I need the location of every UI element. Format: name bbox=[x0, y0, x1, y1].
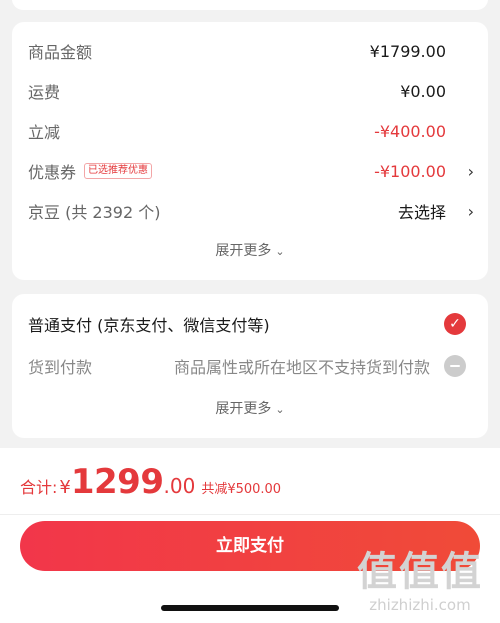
chevron-right-icon[interactable]: › bbox=[468, 162, 474, 181]
payment-option-cod-note: 商品属性或所在地区不支持货到付款 bbox=[173, 358, 430, 377]
instant-discount-label: 立减 bbox=[28, 123, 61, 142]
instant-discount-row: 立减 -¥400.00 bbox=[28, 119, 474, 143]
shipping-row: 运费 ¥0.00 bbox=[28, 79, 474, 103]
summary-expand-more[interactable]: 展开更多 ⌄ bbox=[12, 240, 488, 260]
total-amount: 合计: ¥ 1299 .00 共减¥500.00 bbox=[20, 462, 281, 506]
coupon-value: -¥100.00 bbox=[374, 161, 446, 181]
previous-card bbox=[12, 0, 488, 10]
instant-discount-value: -¥400.00 bbox=[374, 121, 446, 141]
watermark-url: zhizhizhi.com bbox=[369, 596, 471, 614]
checkmark-icon[interactable]: ✓ bbox=[444, 313, 466, 335]
total-integer: 1299 bbox=[70, 462, 164, 502]
coupon-recommended-tag: 已选推荐优惠 bbox=[84, 163, 153, 179]
home-indicator[interactable] bbox=[161, 605, 339, 611]
total-currency: ¥ bbox=[59, 477, 71, 498]
jd-beans-label: 京豆 (共 2392 个) bbox=[28, 203, 161, 222]
goods-amount-label: 商品金额 bbox=[28, 43, 93, 62]
total-decimal: .00 bbox=[163, 474, 196, 498]
payment-method-card: 普通支付 (京东支付、微信支付等) ✓ 货到付款 商品属性或所在地区不支持货到付… bbox=[12, 294, 488, 438]
total-label: 合计: bbox=[20, 478, 58, 497]
payment-option-normal-label: 普通支付 (京东支付、微信支付等) bbox=[28, 316, 270, 335]
total-discount: 共减¥500.00 bbox=[201, 482, 282, 497]
chevron-down-icon: ⌄ bbox=[275, 403, 285, 416]
goods-amount-value: ¥1799.00 bbox=[369, 41, 446, 61]
divider bbox=[0, 514, 500, 515]
chevron-right-icon[interactable]: › bbox=[468, 202, 474, 221]
payment-expand-more[interactable]: 展开更多 ⌄ bbox=[12, 398, 488, 418]
price-summary-card: 商品金额 ¥1799.00 运费 ¥0.00 立减 -¥400.00 优惠券 已… bbox=[12, 22, 488, 280]
watermark-logo: 值值值 bbox=[357, 549, 483, 595]
payment-option-cod: 货到付款 商品属性或所在地区不支持货到付款 bbox=[28, 353, 472, 379]
shipping-label: 运费 bbox=[28, 83, 61, 102]
chevron-down-icon: ⌄ bbox=[275, 245, 285, 258]
goods-amount-row: 商品金额 ¥1799.00 bbox=[28, 39, 474, 63]
coupon-row[interactable]: 优惠券 已选推荐优惠 -¥100.00 › bbox=[28, 159, 474, 183]
jd-beans-select[interactable]: 去选择 bbox=[398, 199, 446, 223]
payment-option-cod-label: 货到付款 bbox=[28, 358, 93, 377]
shipping-value: ¥0.00 bbox=[400, 81, 446, 101]
disabled-minus-icon bbox=[444, 355, 466, 377]
payment-option-normal[interactable]: 普通支付 (京东支付、微信支付等) ✓ bbox=[28, 311, 472, 337]
expand-more-label: 展开更多 bbox=[215, 401, 272, 417]
watermark: 值值值 zhizhizhi.com bbox=[350, 549, 490, 615]
expand-more-label: 展开更多 bbox=[215, 243, 272, 259]
jd-beans-row[interactable]: 京豆 (共 2392 个) 去选择 › bbox=[28, 199, 474, 223]
coupon-label: 优惠券 bbox=[28, 163, 77, 182]
checkout-bar: 合计: ¥ 1299 .00 共减¥500.00 立即支付 值值值 zhizhi… bbox=[0, 448, 500, 623]
